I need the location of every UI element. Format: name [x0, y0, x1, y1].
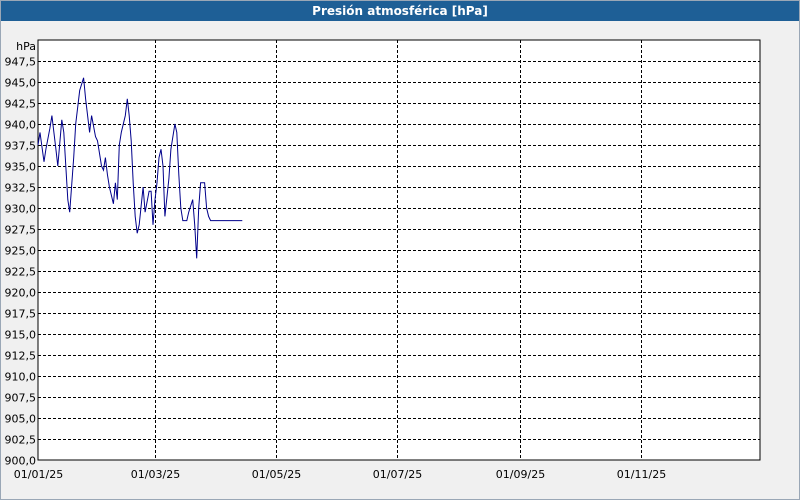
y-tick-label: 902,5 [5, 434, 37, 447]
x-tick-label: 01/11/25 [617, 468, 666, 481]
y-tick-label: 940,0 [5, 119, 37, 132]
y-tick-label: 910,0 [5, 371, 37, 384]
y-tick-label: 920,0 [5, 287, 37, 300]
y-tick-label: 947,5 [5, 56, 37, 69]
y-tick-label: 915,0 [5, 329, 37, 342]
y-tick-label: 927,5 [5, 224, 37, 237]
y-tick-label: 922,5 [5, 266, 37, 279]
y-tick-label: 945,0 [5, 77, 37, 90]
y-tick-label: 907,5 [5, 392, 37, 405]
x-axis: 01/01/25 01/03/25 01/05/25 01/07/25 01/09/25… [14, 468, 666, 481]
y-tick-label: 935,0 [5, 161, 37, 174]
y-axis-label: hPa [16, 40, 36, 53]
pressure-chart: 900,0 902,5 905,0 907,5 910,0 912,5 915,0 917,5… [5, 39, 761, 481]
x-tick-label: 01/07/25 [373, 468, 422, 481]
y-tick-label: 905,0 [5, 413, 37, 426]
x-tick-label: 01/09/25 [496, 468, 545, 481]
y-tick-label: 912,5 [5, 350, 37, 363]
y-tick-label: 942,5 [5, 98, 37, 111]
y-tick-label: 917,5 [5, 308, 37, 321]
y-tick-label: 900,0 [5, 455, 37, 468]
x-tick-label: 01/01/25 [14, 468, 63, 481]
y-tick-label: 930,0 [5, 203, 37, 216]
x-tick-label: 01/05/25 [252, 468, 301, 481]
y-tick-label: 937,5 [5, 140, 37, 153]
x-tick-label: 01/03/25 [131, 468, 180, 481]
y-tick-label: 932,5 [5, 182, 37, 195]
y-axis: 900,0 902,5 905,0 907,5 910,0 912,5 915,0 917,5… [5, 56, 37, 468]
y-tick-label: 925,0 [5, 245, 37, 258]
